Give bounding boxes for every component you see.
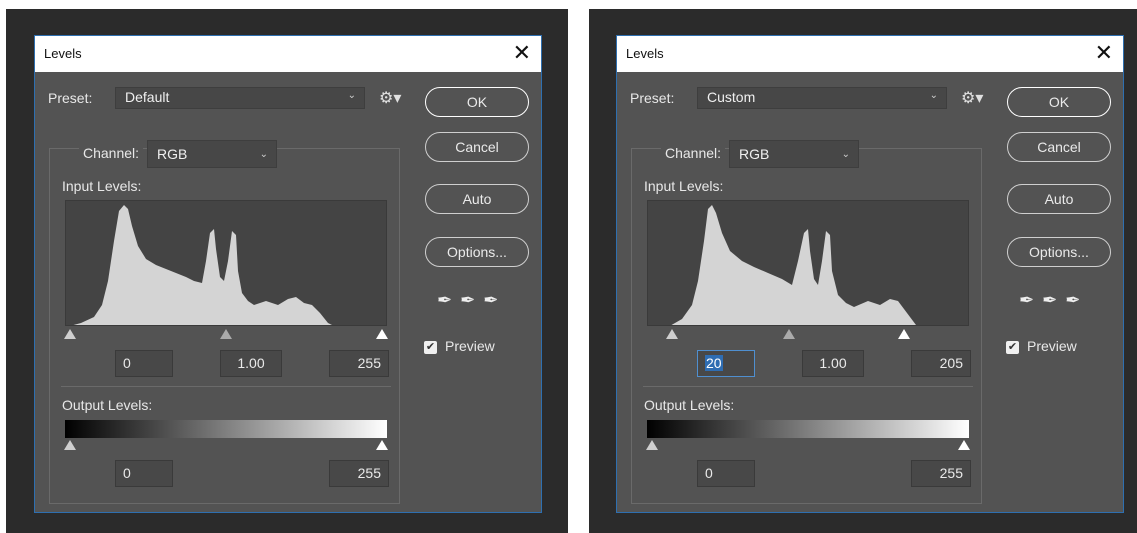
divider [61,386,391,387]
output-white-value: 255 [357,465,381,481]
channel-label: Channel: [79,145,144,161]
input-gamma-value: 1.00 [237,355,265,371]
close-icon[interactable]: ✕ [513,40,531,66]
input-white-field[interactable]: 255 [329,350,389,377]
white-eyedropper-icon[interactable]: ✒ [483,290,506,310]
input-black-field[interactable]: 0 [115,350,173,377]
input-white-slider[interactable] [898,329,910,339]
preset-dropdown[interactable]: Custom ⌄ [697,87,947,109]
input-gamma-slider[interactable] [220,329,232,339]
cancel-button[interactable]: Cancel [1007,132,1111,162]
output-levels-label: Output Levels: [644,397,735,413]
input-gamma-field[interactable]: 1.00 [802,350,864,377]
output-white-slider[interactable] [376,440,388,450]
output-gradient-bar [65,420,387,438]
histogram [65,200,387,326]
preset-label: Preset: [630,90,675,106]
left-panel: Levels ✕ Preset: Default ⌄ ⚙▾ OK Cancel … [6,9,568,533]
output-white-field[interactable]: 255 [329,460,389,487]
ok-button[interactable]: OK [1007,87,1111,117]
input-gamma-slider[interactable] [783,329,795,339]
dialog-title: Levels [44,46,82,61]
gray-eyedropper-icon[interactable]: ✒ [460,290,483,310]
preset-label: Preset: [48,90,93,106]
input-white-value: 255 [357,355,381,371]
preview-label: Preview [445,338,495,354]
preset-dropdown[interactable]: Default ⌄ [115,87,365,109]
output-black-field[interactable]: 0 [115,460,173,487]
title-bar: Levels ✕ [35,36,541,72]
output-gradient-bar [647,420,969,438]
channel-dropdown[interactable]: RGB ⌄ [147,140,277,168]
chevron-down-icon: ⌄ [259,149,268,160]
chevron-down-icon: ⌄ [841,149,850,160]
input-white-slider[interactable] [376,329,388,339]
black-eyedropper-icon[interactable]: ✒ [437,290,460,310]
levels-dialog-default: Levels ✕ Preset: Default ⌄ ⚙▾ OK Cancel … [34,35,542,513]
preview-checkbox[interactable]: ✔ [1006,341,1019,354]
output-white-value: 255 [939,465,963,481]
input-white-field[interactable]: 205 [911,350,971,377]
eyedropper-group: ✒✒✒ [437,290,506,311]
right-panel: Levels ✕ Preset: Custom ⌄ ⚙▾ OK Cancel A… [589,9,1137,533]
histogram [647,200,969,326]
preset-value: Custom [707,89,756,105]
title-bar: Levels ✕ [617,36,1123,72]
input-black-field[interactable]: 20 [697,350,755,377]
options-button[interactable]: Options... [425,237,529,267]
input-gamma-field[interactable]: 1.00 [220,350,282,377]
close-icon[interactable]: ✕ [1095,40,1113,66]
channel-label: Channel: [661,145,726,161]
white-eyedropper-icon[interactable]: ✒ [1065,290,1088,310]
preview-checkbox[interactable]: ✔ [424,341,437,354]
cancel-button[interactable]: Cancel [425,132,529,162]
input-levels-label: Input Levels: [644,178,724,194]
gear-icon[interactable]: ⚙▾ [961,88,983,108]
input-black-slider[interactable] [64,329,76,339]
chevron-down-icon: ⌄ [347,90,356,101]
output-black-value: 0 [705,465,713,481]
input-black-slider[interactable] [666,329,678,339]
preview-label: Preview [1027,338,1077,354]
histogram-graph [73,205,332,325]
levels-dialog-custom: Levels ✕ Preset: Custom ⌄ ⚙▾ OK Cancel A… [616,35,1124,513]
preset-value: Default [125,89,170,105]
dialog-title: Levels [626,46,664,61]
histogram-graph [671,205,916,325]
divider [643,386,973,387]
output-levels-label: Output Levels: [62,397,153,413]
auto-button[interactable]: Auto [425,184,529,214]
gray-eyedropper-icon[interactable]: ✒ [1042,290,1065,310]
output-white-slider[interactable] [958,440,970,450]
channel-value: RGB [739,146,770,162]
channel-value: RGB [157,146,188,162]
input-black-value: 0 [123,355,131,371]
gear-icon[interactable]: ⚙▾ [379,88,401,108]
output-black-slider[interactable] [646,440,658,450]
input-levels-label: Input Levels: [62,178,142,194]
output-black-value: 0 [123,465,131,481]
chevron-down-icon: ⌄ [929,90,938,101]
options-button[interactable]: Options... [1007,237,1111,267]
channel-dropdown[interactable]: RGB ⌄ [729,140,859,168]
black-eyedropper-icon[interactable]: ✒ [1019,290,1042,310]
eyedropper-group: ✒✒✒ [1019,290,1088,311]
input-white-value: 205 [939,355,963,371]
output-black-slider[interactable] [64,440,76,450]
output-white-field[interactable]: 255 [911,460,971,487]
ok-button[interactable]: OK [425,87,529,117]
output-black-field[interactable]: 0 [697,460,755,487]
auto-button[interactable]: Auto [1007,184,1111,214]
input-gamma-value: 1.00 [819,355,847,371]
input-black-value: 20 [705,355,723,371]
